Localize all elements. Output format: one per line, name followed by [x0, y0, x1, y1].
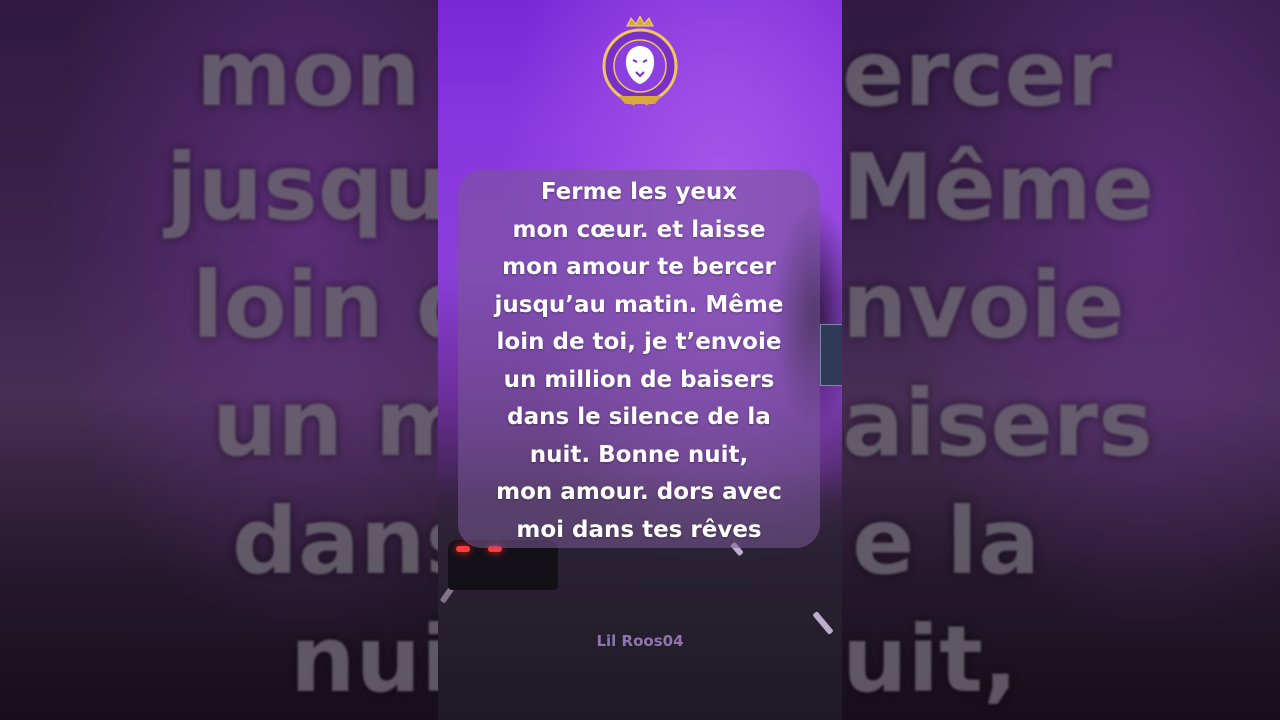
quote-line: moi dans tes rêves	[516, 516, 762, 543]
bg-word: e la	[852, 488, 1041, 595]
quote-line: mon amour te bercer	[502, 254, 776, 280]
bg-word: uit,	[842, 606, 1018, 713]
bg-word: mon a	[196, 20, 438, 127]
quote-line: mon cœur. et laisse	[512, 216, 766, 243]
bg-word: un mi	[212, 370, 438, 477]
channel-logo	[597, 14, 683, 110]
quote-line: nuit. Bonne nuit,	[529, 441, 749, 468]
bg-word: aisers	[842, 370, 1153, 477]
watermark-text: Lil Roos04	[596, 632, 684, 650]
video-frame[interactable]: Ferme les yeux mon cœur. et laisse mon a…	[438, 0, 842, 720]
quote-line: jusqu’au matin. Même	[494, 291, 784, 318]
road-sign	[820, 324, 842, 386]
bg-word: nvoie	[842, 252, 1125, 359]
quote-line: Ferme les yeux	[540, 179, 738, 205]
bg-word: ercer	[842, 20, 1113, 127]
background-left-blur: mon a jusqu’a loin d un mi dans nuit	[0, 0, 438, 720]
background-right-blur: ercer Même nvoie aisers e la uit,	[842, 0, 1280, 720]
quote-line: dans le silence de la	[507, 404, 771, 430]
bg-word: nuit	[290, 606, 438, 713]
quote-text: Ferme les yeux mon cœur. et laisse mon a…	[458, 174, 820, 549]
quote-line: un million de baisers	[503, 366, 775, 393]
quote-line: mon amour. dors avec	[496, 479, 782, 505]
bg-word: loin d	[192, 252, 438, 359]
quote-line: loin de toi, je t’envoie	[496, 329, 782, 355]
bg-word: dans	[232, 488, 438, 595]
bg-word: jusqu’a	[166, 134, 438, 241]
bg-word: Même	[842, 134, 1155, 241]
